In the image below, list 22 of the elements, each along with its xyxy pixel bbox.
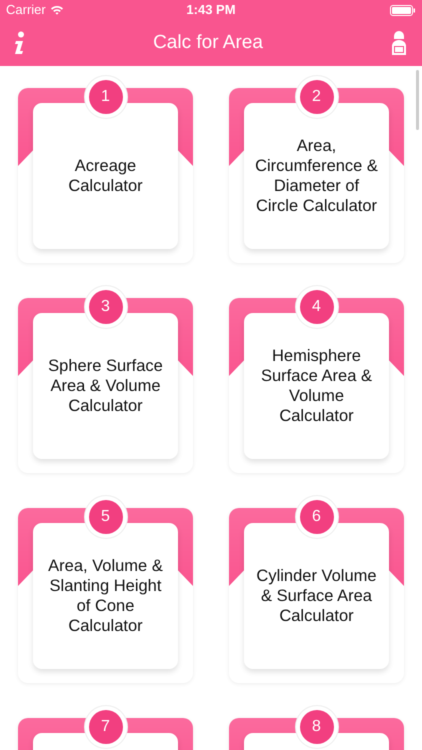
clock-time: 1:43 PM bbox=[186, 1, 236, 20]
number-badge: 6 bbox=[300, 500, 334, 534]
calculator-card[interactable]: Sphere Surface Area & Volume Calculator bbox=[33, 313, 178, 459]
person-laptop-icon[interactable] bbox=[390, 30, 408, 56]
scroll-bar bbox=[416, 70, 419, 130]
number-badge: 8 bbox=[300, 710, 334, 744]
calculator-card[interactable]: Hemisphere Surface Area & Volume Calculator bbox=[244, 313, 389, 459]
number-badge: 3 bbox=[88, 290, 122, 324]
app-title: Calc for Area bbox=[153, 30, 263, 55]
carrier-label: Carrier bbox=[6, 1, 46, 20]
number-badge: 5 bbox=[88, 500, 122, 534]
battery-icon bbox=[390, 4, 416, 16]
calculator-card[interactable]: Area, Circumference & Diameter of Circle Calculator bbox=[244, 103, 389, 249]
calculator-card[interactable]: Cylinder Volume & Surface Area Calculator bbox=[244, 523, 389, 669]
number-badge: 4 bbox=[300, 290, 334, 324]
wifi-icon bbox=[50, 5, 64, 15]
calculator-card[interactable]: Acreage Calculator bbox=[33, 103, 178, 249]
number-badge: 2 bbox=[300, 80, 334, 114]
number-badge: 7 bbox=[88, 710, 122, 744]
number-badge: 1 bbox=[88, 80, 122, 114]
calculator-card[interactable]: Area, Volume & Slanting Height of Cone Calculator bbox=[33, 523, 178, 669]
info-icon[interactable] bbox=[14, 31, 26, 55]
